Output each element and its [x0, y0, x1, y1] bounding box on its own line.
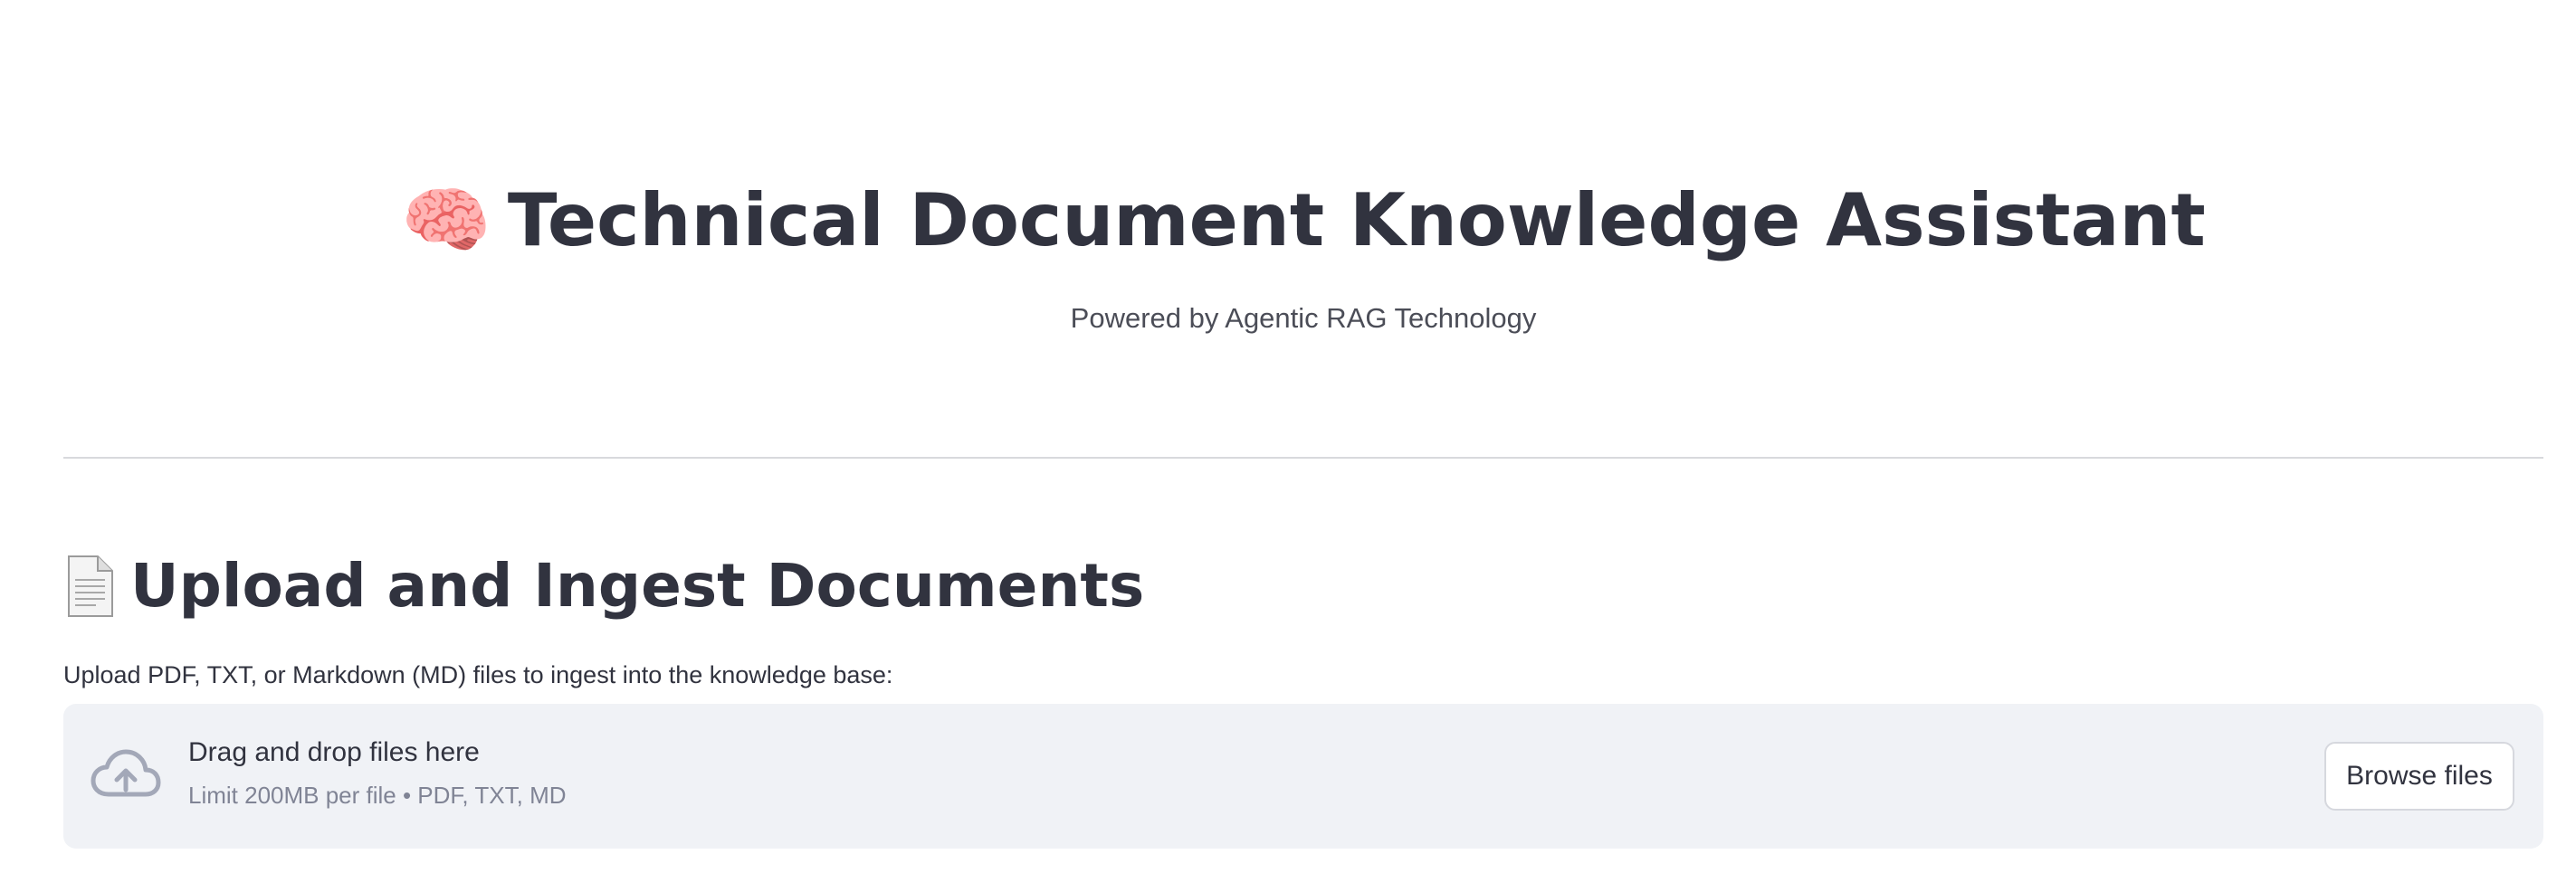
page-title: 🧠 Technical Document Knowledge Assistant — [63, 172, 2543, 270]
app-page: 🧠 Technical Document Knowledge Assistant … — [0, 0, 2576, 892]
upload-instruction: Upload PDF, TXT, or Markdown (MD) files … — [63, 661, 893, 688]
dropzone-text: Drag and drop files here Limit 200MB per… — [188, 735, 567, 811]
section-divider — [63, 457, 2543, 459]
brain-icon: 🧠 — [401, 178, 491, 262]
page-subtitle: Powered by Agentic RAG Technology — [1070, 302, 1537, 334]
browse-files-button[interactable]: Browse files — [2324, 742, 2514, 811]
dropzone-title: Drag and drop files here — [188, 737, 480, 767]
hero-header: 🧠 Technical Document Knowledge Assistant … — [63, 172, 2543, 337]
upload-section-header: Upload and Ingest Documents — [63, 541, 1144, 631]
cloud-upload-icon — [91, 746, 161, 806]
page-title-text: Technical Document Knowledge Assistant — [507, 178, 2206, 262]
dropzone-limit: Limit 200MB per file • PDF, TXT, MD — [188, 782, 567, 809]
file-dropzone[interactable]: Drag and drop files here Limit 200MB per… — [63, 704, 2543, 849]
section-title: Upload and Ingest Documents — [130, 551, 1145, 621]
page-facing-up-icon — [63, 555, 114, 618]
main-content: 🧠 Technical Document Knowledge Assistant … — [63, 0, 2543, 892]
